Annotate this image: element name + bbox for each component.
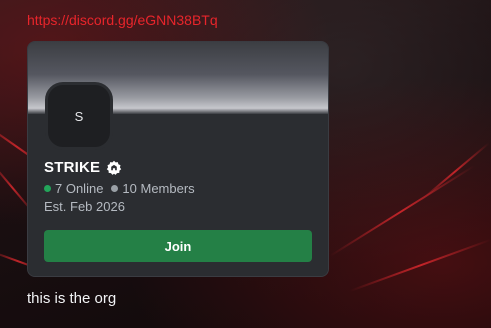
message-text: this is the org: [27, 290, 117, 307]
server-name: STRIKE: [44, 159, 101, 176]
join-button-label: Join: [164, 238, 192, 254]
members-stat: 10 Members: [111, 181, 195, 196]
invite-link[interactable]: https://discord.gg/eGNN38BTq: [27, 11, 218, 29]
server-avatar[interactable]: S: [45, 82, 113, 150]
server-invite-card: S STRIKE 7 Online 10 Members Est. Feb 20…: [27, 41, 329, 277]
server-badge-icon: [106, 160, 122, 176]
server-name-row: STRIKE: [44, 159, 122, 176]
online-dot-icon: [44, 185, 51, 192]
established-date: Est. Feb 2026: [44, 199, 125, 214]
online-stat: 7 Online: [44, 181, 103, 196]
online-count: 7 Online: [55, 181, 104, 196]
members-dot-icon: [111, 185, 119, 192]
join-button[interactable]: Join: [44, 230, 312, 262]
server-stats: 7 Online 10 Members: [44, 181, 203, 196]
avatar-initial: S: [74, 108, 84, 124]
member-count: 10 Members: [122, 181, 195, 196]
